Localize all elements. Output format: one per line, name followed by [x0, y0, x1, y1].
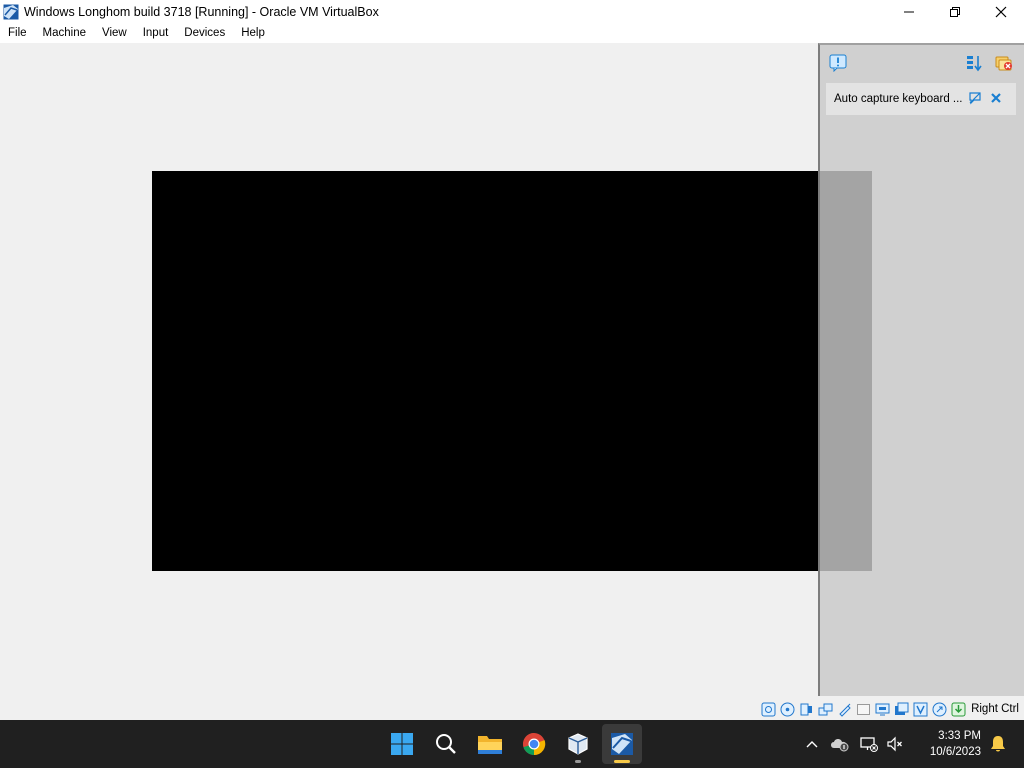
close-all-icon[interactable]	[994, 53, 1014, 73]
virtualbox-manager-icon	[568, 733, 588, 755]
vm-icon[interactable]	[912, 701, 929, 718]
dismiss-icon[interactable]	[990, 92, 1002, 107]
close-button[interactable]	[978, 0, 1024, 23]
optical-drive-icon[interactable]	[779, 701, 796, 718]
menu-bar: File Machine View Input Devices Help	[0, 23, 1024, 43]
file-explorer-icon	[478, 736, 502, 754]
notification-center-panel: Auto capture keyboard ...	[818, 43, 1024, 696]
close-icon	[995, 6, 1007, 17]
network-icon[interactable]	[856, 736, 882, 752]
notification-message-text: Auto capture keyboard ...	[834, 93, 962, 105]
vm-display[interactable]	[152, 171, 872, 571]
show-hidden-icons-chevron[interactable]	[800, 740, 824, 748]
network-icon[interactable]	[817, 701, 834, 718]
minimize-icon	[904, 11, 914, 12]
volume-muted-icon[interactable]	[882, 736, 908, 752]
active-indicator	[614, 760, 630, 763]
alert-icon[interactable]	[828, 53, 848, 73]
title-bar: Windows Longhom build 3718 [Running] - O…	[0, 0, 1024, 23]
system-tray	[800, 720, 908, 768]
taskbar: 3:33 PM 10/6/2023	[0, 720, 1024, 768]
running-indicator	[575, 760, 581, 763]
keyboard-icon[interactable]	[950, 701, 967, 718]
notification-message[interactable]: Auto capture keyboard ...	[826, 83, 1016, 115]
start-icon	[391, 733, 413, 755]
restore-icon	[950, 6, 960, 17]
menu-file[interactable]: File	[0, 23, 35, 43]
menu-help[interactable]: Help	[233, 23, 273, 43]
display-icon[interactable]	[874, 701, 891, 718]
hard-disk-icon[interactable]	[760, 701, 777, 718]
minimize-button[interactable]	[886, 0, 932, 23]
restore-button[interactable]	[932, 0, 978, 23]
keep-icon[interactable]	[968, 91, 982, 108]
mouse-integration-icon[interactable]	[931, 701, 948, 718]
chrome-icon	[523, 733, 546, 756]
notification-bell-icon[interactable]	[990, 735, 1006, 756]
virtualbox-vm-button[interactable]	[602, 724, 642, 764]
chrome-button[interactable]	[514, 724, 554, 764]
status-bar: Right Ctrl	[0, 698, 1024, 720]
file-explorer-button[interactable]	[470, 724, 510, 764]
onedrive-icon[interactable]	[824, 736, 856, 752]
menu-machine[interactable]: Machine	[35, 23, 94, 43]
menu-view[interactable]: View	[94, 23, 135, 43]
sort-icon[interactable]	[964, 53, 984, 73]
window-title: Windows Longhom build 3718 [Running] - O…	[24, 4, 379, 19]
video-capture-icon[interactable]	[893, 701, 910, 718]
menu-devices[interactable]: Devices	[176, 23, 233, 43]
audio-icon[interactable]	[798, 701, 815, 718]
usb-icon[interactable]	[836, 701, 853, 718]
search-icon	[436, 734, 456, 754]
clock[interactable]: 3:33 PM 10/6/2023	[930, 728, 981, 760]
start-button[interactable]	[382, 724, 422, 764]
host-key-label: Right Ctrl	[971, 703, 1019, 715]
clock-time: 3:33 PM	[938, 730, 981, 742]
virtualbox-vm-icon	[3, 4, 19, 19]
clock-date: 10/6/2023	[929, 746, 981, 758]
search-button[interactable]	[426, 724, 466, 764]
virtualbox-manager-button[interactable]	[558, 724, 598, 764]
shared-folders-icon[interactable]	[855, 701, 872, 718]
virtualbox-vm-icon	[611, 733, 633, 755]
menu-input[interactable]: Input	[135, 23, 177, 43]
